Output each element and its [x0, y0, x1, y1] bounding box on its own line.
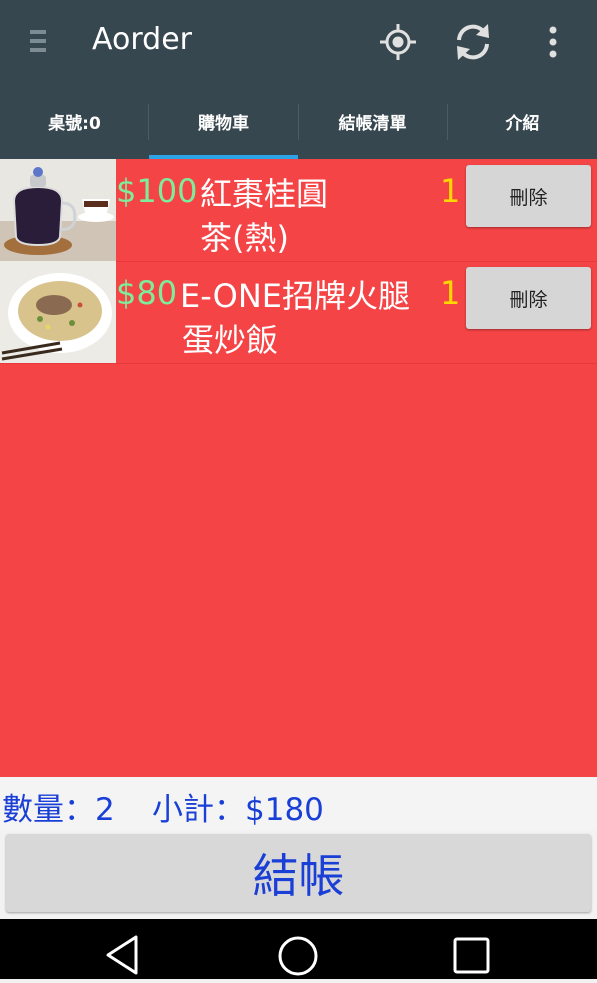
fried-rice-photo	[0, 261, 116, 363]
cart-item[interactable]: $100 紅棗桂圓 茶(熱) 1 刪除	[0, 159, 597, 262]
item-price: $100	[116, 172, 198, 210]
delete-button[interactable]: 刪除	[466, 165, 591, 227]
recents-icon[interactable]	[432, 919, 512, 979]
tab-intro[interactable]: 介紹	[448, 84, 597, 159]
tab-table-number[interactable]: 桌號:0	[0, 84, 149, 159]
toolbar: Aorder	[0, 0, 597, 84]
more-vert-icon[interactable]	[529, 18, 577, 66]
item-quantity: 1	[440, 274, 461, 312]
tab-checkout-list[interactable]: 結帳清單	[298, 84, 447, 159]
cart-item[interactable]: $80 E-ONE招牌火腿 蛋炒飯 1 刪除	[0, 261, 597, 364]
cart-list[interactable]: $100 紅棗桂圓 茶(熱) 1 刪除 $80 E-ONE招牌火腿 蛋炒飯 1	[0, 159, 597, 777]
tea-pot-photo	[0, 159, 116, 261]
subtotal: 小計：$180	[152, 792, 324, 828]
checkout-button[interactable]: 結帳	[6, 834, 591, 912]
refresh-icon[interactable]	[449, 18, 497, 66]
tab-cart[interactable]: 購物車	[149, 84, 298, 159]
app-bar: Aorder 桌號:0 購物車 結帳清單 介紹	[0, 0, 597, 159]
item-name-line: 蛋炒飯	[182, 321, 279, 359]
location-target-icon[interactable]	[374, 18, 422, 66]
order-summary: 數量：2 小計：$180	[0, 778, 597, 830]
app-title: Aorder	[92, 22, 192, 57]
item-name-line: 紅棗桂圓	[200, 175, 329, 213]
item-quantity: 1	[440, 172, 461, 210]
menu-icon[interactable]	[22, 24, 54, 58]
item-count: 數量：2	[2, 792, 115, 828]
item-name-line: E-ONE招牌火腿	[180, 277, 411, 315]
item-name-line: 茶(熱)	[200, 219, 289, 257]
back-icon[interactable]	[82, 919, 162, 979]
delete-button[interactable]: 刪除	[466, 267, 591, 329]
system-nav-bar	[0, 919, 597, 979]
item-price: $80	[116, 274, 178, 312]
home-icon[interactable]	[258, 919, 338, 979]
tab-bar: 桌號:0 購物車 結帳清單 介紹	[0, 84, 597, 159]
